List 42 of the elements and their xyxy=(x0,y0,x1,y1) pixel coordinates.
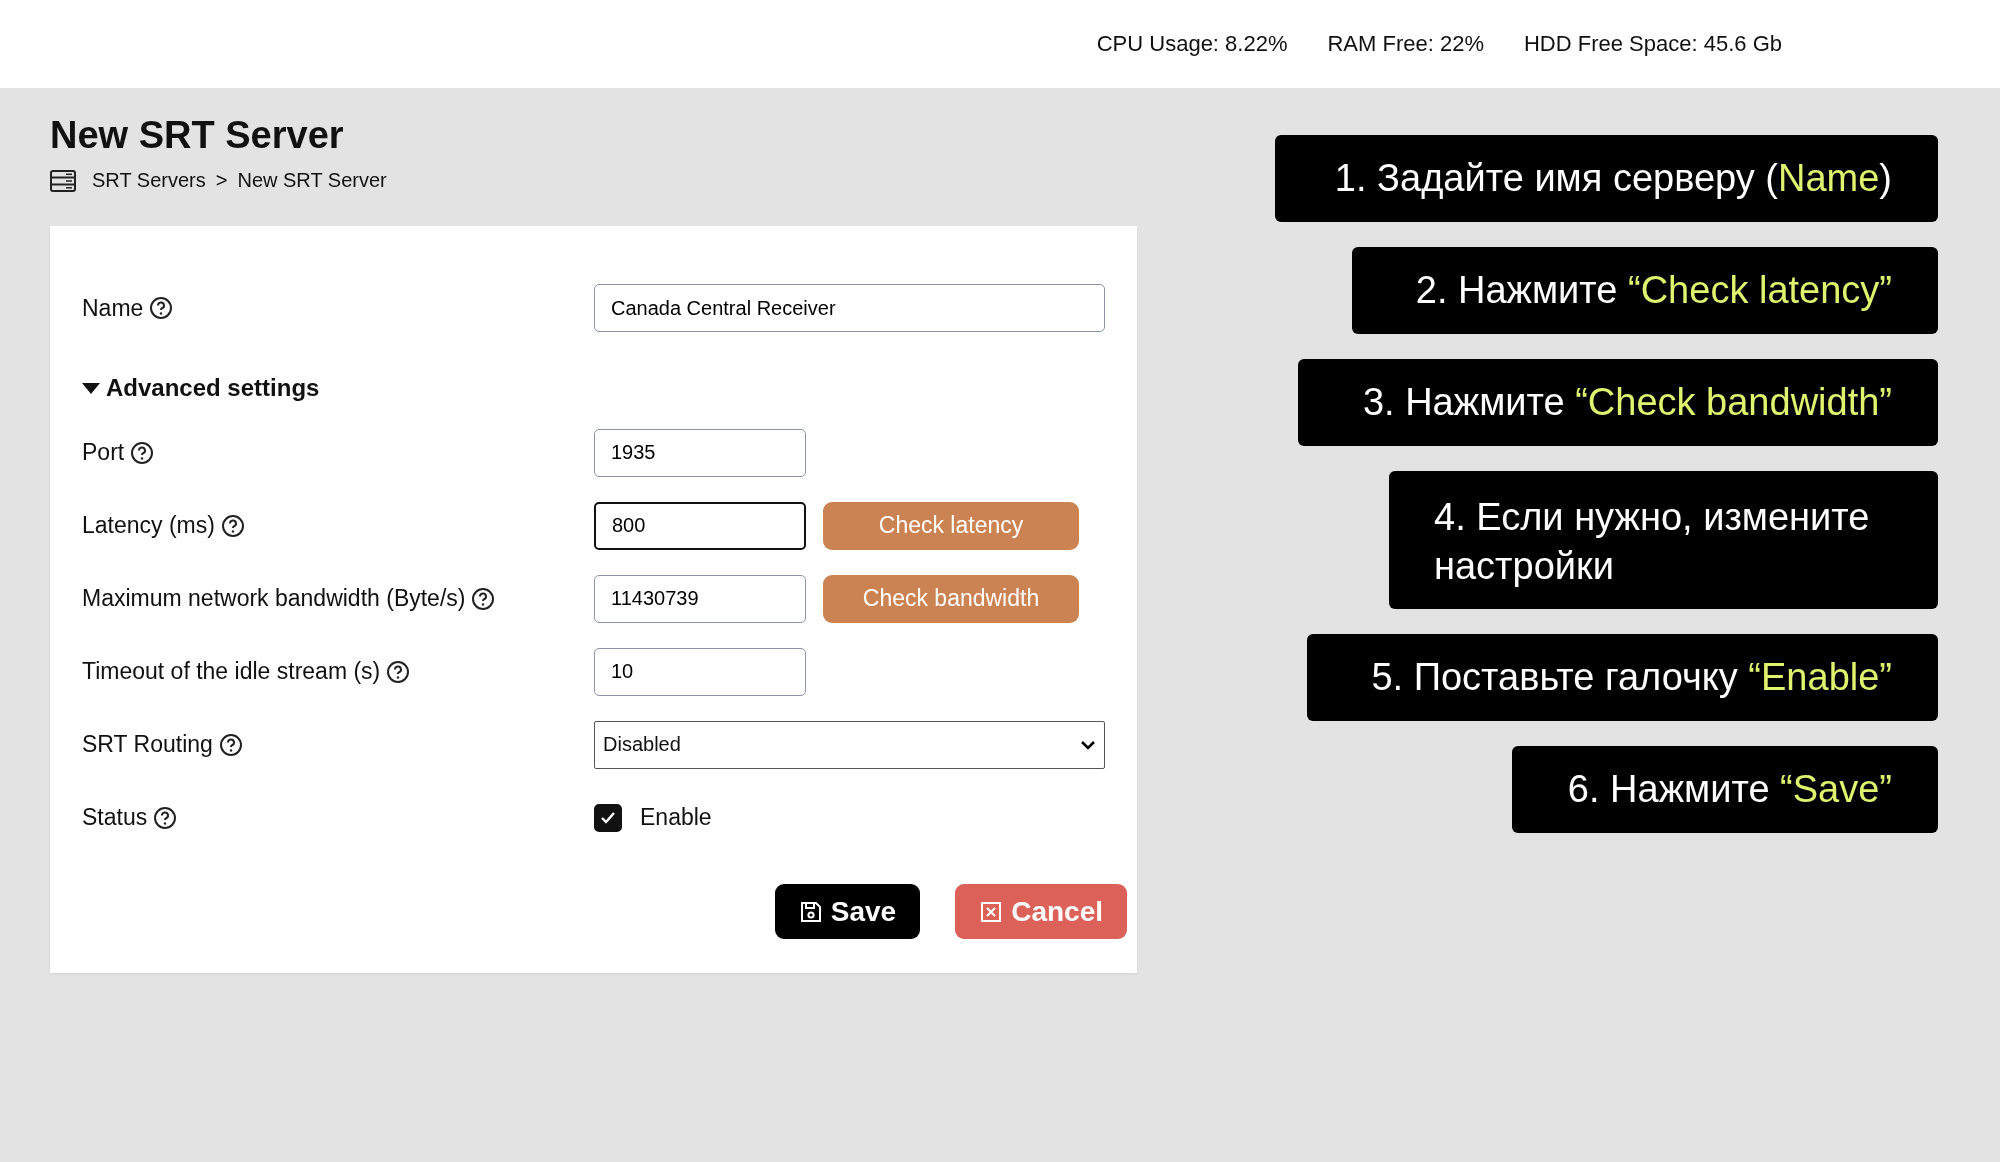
status-stat: CPU Usage: 8.22% xyxy=(1096,31,1288,57)
breadcrumb-current: New SRT Server xyxy=(237,169,387,192)
checkmark-icon xyxy=(600,810,616,825)
name-input[interactable]: Canada Central Receiver xyxy=(594,284,1105,332)
instruction-callout: 1. Задайте имя серверу (Name) xyxy=(1275,135,1938,222)
help-icon[interactable] xyxy=(471,586,496,611)
field-label: SRT Routing xyxy=(82,731,213,758)
text-input[interactable]: 10 xyxy=(594,647,806,696)
field-label: Timeout of the idle stream (s) xyxy=(82,658,381,685)
close-icon xyxy=(979,899,1004,924)
save-button[interactable]: Save xyxy=(774,884,921,939)
instruction-callout: 3. Нажмите “Check bandwidth” xyxy=(1298,359,1938,446)
routing-select[interactable]: Disabled xyxy=(594,720,1105,769)
instruction-callout: 4. Если нужно, измените настройки xyxy=(1389,471,1938,609)
breadcrumb-link[interactable]: SRT Servers xyxy=(92,169,206,192)
chevron-down-icon xyxy=(1080,739,1096,750)
breadcrumb-separator: > xyxy=(215,169,228,192)
status-stat: HDD Free Space: 45.6 Gb xyxy=(1524,31,1782,57)
help-icon[interactable] xyxy=(218,732,243,757)
checkbox-label: Enable xyxy=(640,804,712,831)
text-input[interactable]: 800 xyxy=(594,501,806,550)
advanced-settings-toggle[interactable]: Advanced settings xyxy=(82,374,320,402)
field-label: Status xyxy=(82,804,148,831)
page-title: New SRT Server xyxy=(50,114,345,157)
instruction-callout: 5. Поставьте галочку “Enable” xyxy=(1307,634,1938,721)
text-input[interactable]: 11430739 xyxy=(594,574,806,623)
instruction-callout: 2. Нажмите “Check latency” xyxy=(1352,247,1938,334)
help-icon[interactable] xyxy=(153,805,178,830)
help-icon[interactable] xyxy=(149,296,174,320)
status-stat: RAM Free: 22% xyxy=(1327,31,1484,57)
cancel-button[interactable]: Cancel xyxy=(955,884,1127,939)
help-icon[interactable] xyxy=(130,440,155,465)
text-input[interactable]: 1935 xyxy=(594,428,806,477)
enable-checkbox[interactable] xyxy=(594,803,622,832)
instruction-callout: 6. Нажмите “Save” xyxy=(1512,746,1938,833)
field-label: Maximum network bandwidth (Byte/s) xyxy=(82,585,466,612)
server-list-icon xyxy=(50,169,76,192)
help-icon[interactable] xyxy=(386,659,411,684)
field-label: Port xyxy=(82,439,125,466)
field-label: Latency (ms) xyxy=(82,512,215,539)
field-label: Name xyxy=(82,294,144,322)
help-icon[interactable] xyxy=(220,513,245,538)
